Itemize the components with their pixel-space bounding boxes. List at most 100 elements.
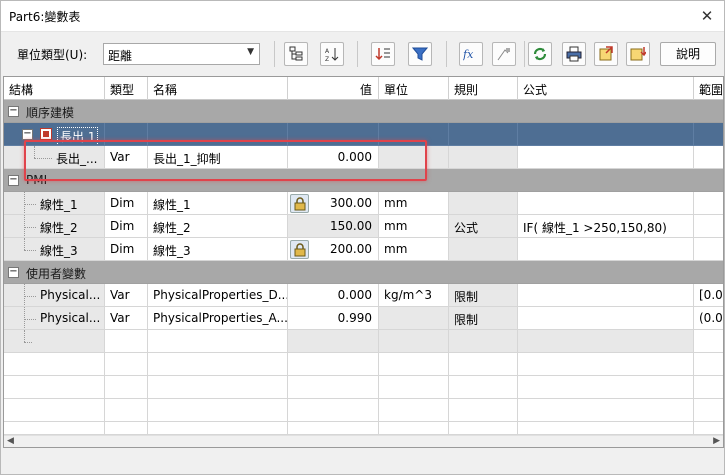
unit-type-select[interactable]: 距離 ▼ <box>103 43 260 65</box>
fx-icon: fx <box>463 48 474 61</box>
table-row[interactable]: Physical... Var PhysicalProperties_A... … <box>4 307 723 330</box>
filter-button[interactable] <box>408 42 432 66</box>
scroll-right-icon[interactable]: ▶ <box>713 436 720 446</box>
structure-cell: 線性_3 <box>40 244 78 258</box>
insert-row-button[interactable] <box>371 42 395 66</box>
unit-cell: mm <box>379 215 449 238</box>
sort-icon: AZ <box>325 48 339 62</box>
svg-text:fx: fx <box>463 48 474 61</box>
value-cell[interactable]: 0.000 <box>288 284 379 307</box>
horizontal-scrollbar[interactable]: ◀ ▶ <box>4 435 723 447</box>
structure-cell: 線性_2 <box>40 221 78 235</box>
rebuild-icon <box>497 48 510 61</box>
formula-cell[interactable] <box>518 146 694 169</box>
rule-cell[interactable]: 限制 <box>449 284 518 307</box>
range-cell: [0.0 <box>694 284 723 307</box>
collapse-icon[interactable]: − <box>8 106 19 117</box>
export-button[interactable] <box>594 42 618 66</box>
regenerate-button[interactable] <box>528 42 552 66</box>
structure-cell: Physical... <box>40 311 101 325</box>
lock-icon[interactable] <box>290 194 309 213</box>
close-button[interactable]: ✕ <box>696 5 718 27</box>
type-cell: Dim <box>105 192 148 215</box>
collapse-icon[interactable]: − <box>8 267 19 278</box>
scroll-left-icon[interactable]: ◀ <box>7 436 14 446</box>
table-row[interactable]: 線性_2 Dim 線性_2 150.00 mm 公式 IF( 線性_1 >250… <box>4 215 723 238</box>
unit-cell <box>379 307 449 330</box>
value-cell[interactable]: 0.990 <box>288 307 379 330</box>
name-cell[interactable]: 線性_3 <box>148 238 288 261</box>
type-cell: Dim <box>105 238 148 261</box>
name-cell[interactable]: 長出_1_抑制 <box>148 146 288 169</box>
new-variable-row[interactable] <box>4 330 723 353</box>
rule-cell[interactable] <box>449 192 518 215</box>
extrude-feature-icon <box>40 128 52 140</box>
rule-cell[interactable]: 限制 <box>449 307 518 330</box>
formula-cell[interactable] <box>518 284 694 307</box>
value-cell[interactable]: 200.00 <box>288 238 379 261</box>
rebuild-button[interactable] <box>492 42 516 66</box>
sort-button[interactable]: AZ <box>320 42 344 66</box>
group-label: 使用者變數 <box>26 267 87 281</box>
col-rule-header[interactable]: 規則 <box>449 77 518 100</box>
tree-view-button[interactable] <box>284 42 308 66</box>
name-cell[interactable]: 線性_1 <box>148 192 288 215</box>
toolbar-separator <box>274 41 275 67</box>
empty-row <box>4 422 723 435</box>
structure-cell: 長出_... <box>56 152 98 166</box>
group-row[interactable]: − PMI <box>4 169 723 192</box>
name-cell[interactable]: PhysicalProperties_A... <box>148 307 288 330</box>
table-row[interactable]: 線性_3 Dim 線性_3 200.00 mm <box>4 238 723 261</box>
empty-row <box>4 353 723 376</box>
group-label: 順序建模 <box>26 106 75 120</box>
variable-table-window: Part6:變數表 ✕ 單位類型(U): 距離 ▼ AZ fx 說明 結構 類型… <box>0 0 725 475</box>
import-button[interactable] <box>626 42 650 66</box>
formula-cell[interactable] <box>518 307 694 330</box>
col-name-header[interactable]: 名稱 <box>148 77 288 100</box>
group-label: PMI <box>26 173 48 187</box>
unit-type-value: 距離 <box>108 49 133 63</box>
table-row[interactable]: 長出_... Var 長出_1_抑制 0.000 <box>4 146 723 169</box>
col-formula-header[interactable]: 公式 <box>518 77 694 100</box>
lock-icon[interactable] <box>290 240 309 259</box>
value-cell[interactable]: 300.00 <box>288 192 379 215</box>
col-structure-header[interactable]: 結構 <box>4 77 105 100</box>
col-value-header[interactable]: 值 <box>288 77 379 100</box>
formula-cell[interactable]: IF( 線性_1 >250,150,80) <box>518 215 694 238</box>
print-button[interactable] <box>562 42 586 66</box>
value-cell[interactable]: 150.00 <box>288 215 379 238</box>
feature-row-selected[interactable]: − 長出 1 <box>4 123 723 146</box>
toolbar: 單位類型(U): 距離 ▼ AZ fx 說明 <box>1 33 724 75</box>
value-cell[interactable]: 0.000 <box>288 146 379 169</box>
unit-cell: mm <box>379 192 449 215</box>
formula-cell[interactable] <box>518 192 694 215</box>
table-row[interactable]: Physical... Var PhysicalProperties_D... … <box>4 284 723 307</box>
table-row[interactable]: 線性_1 Dim 線性_1 300.00 mm <box>4 192 723 215</box>
type-cell: Dim <box>105 215 148 238</box>
col-type-header[interactable]: 類型 <box>105 77 148 100</box>
import-icon <box>630 47 646 61</box>
collapse-icon[interactable]: − <box>22 129 33 140</box>
col-unit-header[interactable]: 單位 <box>379 77 449 100</box>
collapse-icon[interactable]: − <box>8 175 19 186</box>
rule-cell[interactable] <box>449 238 518 261</box>
col-range-header[interactable]: 範圍 <box>694 77 723 100</box>
unit-cell <box>379 146 449 169</box>
help-button[interactable]: 說明 <box>660 42 716 66</box>
group-row[interactable]: − 使用者變數 <box>4 261 723 284</box>
name-cell[interactable]: 線性_2 <box>148 215 288 238</box>
toolbar-separator <box>524 41 525 67</box>
window-title: Part6:變數表 <box>9 10 81 24</box>
rule-cell[interactable] <box>449 146 518 169</box>
rule-cell[interactable]: 公式 <box>449 215 518 238</box>
unit-cell: mm <box>379 238 449 261</box>
name-cell[interactable]: PhysicalProperties_D... <box>148 284 288 307</box>
formula-cell[interactable] <box>518 238 694 261</box>
type-cell: Var <box>105 146 148 169</box>
group-row[interactable]: − 順序建模 <box>4 100 723 123</box>
export-icon <box>599 46 613 61</box>
feature-label: 長出 1 <box>57 127 99 145</box>
formula-button[interactable]: fx <box>459 42 483 66</box>
range-cell <box>694 215 723 238</box>
type-cell: Var <box>105 307 148 330</box>
